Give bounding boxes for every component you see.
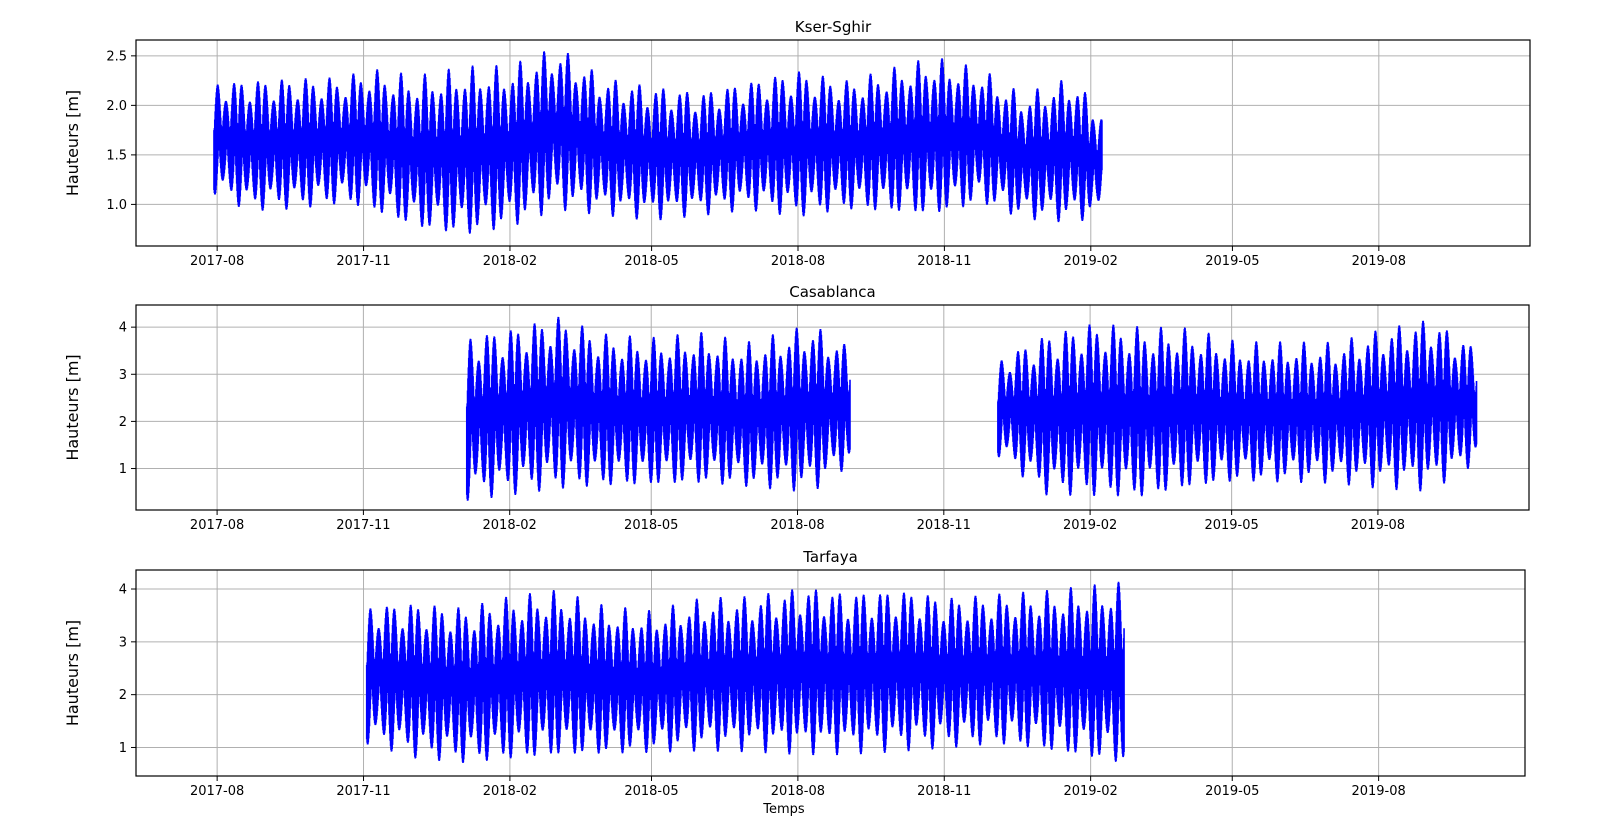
y-axis-label: Hauteurs [m] (63, 90, 82, 196)
x-tick-label: 2018-02 (483, 518, 537, 533)
y-tick-label: 2.5 (106, 49, 127, 64)
y-tick-label: 4 (119, 583, 127, 598)
x-tick-label: 2017-08 (190, 518, 244, 533)
y-tick-label: 1 (119, 462, 127, 477)
subplot-2: Casablanca Hauteurs [m] 2017-08 2017-11 2018… (63, 283, 1530, 533)
y-tick-label: 4 (119, 321, 127, 336)
x-tick-label: 2018-02 (483, 254, 537, 269)
x-tick-label: 2019-08 (1352, 254, 1406, 269)
x-tick-label: 2018-11 (917, 784, 971, 799)
y-tick-label: 1.5 (106, 148, 127, 163)
x-tick-label: 2017-11 (336, 784, 390, 799)
y-tick-label: 3 (119, 635, 127, 650)
series-segment-1 (213, 51, 1103, 234)
x-tick-label: 2018-08 (771, 784, 825, 799)
y-tick-label: 3 (119, 368, 127, 383)
y-tick-label: 1 (119, 741, 127, 756)
y-tick-label: 2 (119, 415, 127, 430)
subplot-title: Tarfaya (802, 548, 858, 566)
x-tick-label: 2019-02 (1063, 784, 1117, 799)
series-segment-1 (465, 316, 851, 501)
x-tick-label: 2017-08 (190, 254, 244, 269)
x-tick-label: 2017-08 (190, 784, 244, 799)
x-tick-label: 2019-08 (1351, 784, 1405, 799)
x-tick-label: 2018-05 (624, 518, 678, 533)
series-segment-1 (365, 581, 1125, 764)
x-tick-label: 2019-02 (1063, 518, 1117, 533)
x-tick-label: 2018-08 (770, 518, 824, 533)
subplot-1: Kser-Sghir Hauteurs [m] 2017-08 2017-11 2018… (63, 18, 1531, 269)
series-segment-2 (997, 320, 1478, 497)
x-tick-label: 2019-05 (1204, 518, 1258, 533)
y-tick-label: 1.0 (106, 198, 127, 213)
x-tick-label: 2019-05 (1205, 784, 1259, 799)
x-tick-label: 2018-08 (771, 254, 825, 269)
subplot-3: Tarfaya Hauteurs [m] 2017-08 2017-11 2018-02… (63, 548, 1526, 799)
x-tick-label: 2018-05 (624, 784, 678, 799)
x-tick-label: 2018-05 (624, 254, 678, 269)
x-tick-label: 2019-02 (1064, 254, 1118, 269)
y-axis-label: Hauteurs [m] (63, 620, 82, 726)
y-tick-label: 2.0 (106, 99, 127, 114)
shared-x-axis-label: Temps (762, 802, 805, 817)
y-axis-label: Hauteurs [m] (63, 354, 82, 460)
x-tick-label: 2017-11 (336, 254, 390, 269)
x-tick-label: 2018-11 (917, 518, 971, 533)
x-tick-label: 2017-11 (336, 518, 390, 533)
x-tick-label: 2018-02 (483, 784, 537, 799)
x-tick-label: 2018-11 (917, 254, 971, 269)
subplot-title: Kser-Sghir (795, 18, 872, 36)
tide-height-figure: Kser-Sghir Hauteurs [m] 2017-08 2017-11 2018… (63, 18, 1531, 817)
subplot-panels: Kser-Sghir Hauteurs [m] 2017-08 2017-11 2018… (63, 18, 1531, 799)
subplot-title: Casablanca (789, 283, 876, 301)
y-tick-label: 2 (119, 688, 127, 703)
x-tick-label: 2019-05 (1205, 254, 1259, 269)
x-tick-label: 2019-08 (1351, 518, 1405, 533)
